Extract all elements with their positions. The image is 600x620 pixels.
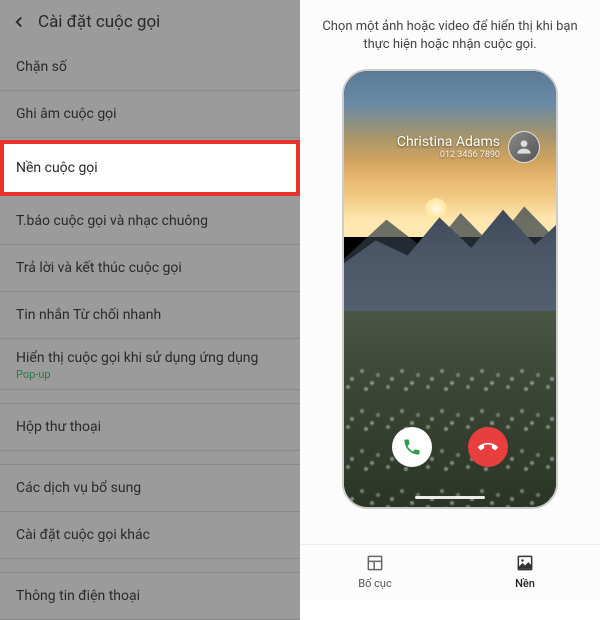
settings-item-answer[interactable]: Trả lời và kết thúc cuộc gọi	[0, 245, 300, 292]
caller-name: Christina Adams	[397, 134, 500, 150]
settings-divider	[0, 559, 300, 573]
image-icon	[515, 553, 535, 573]
bottom-nav: Bố cục Nền	[300, 544, 600, 600]
settings-divider	[0, 390, 300, 404]
settings-sub-label: Pop-up	[16, 368, 284, 381]
nav-layout[interactable]: Bố cục	[300, 553, 450, 590]
back-icon[interactable]	[10, 13, 28, 31]
nav-background[interactable]: Nền	[450, 553, 600, 590]
settings-item-background[interactable]: Nền cuộc gọi	[0, 140, 300, 196]
caller-avatar	[508, 131, 540, 163]
caller-number: 012 3456 7890	[397, 150, 500, 160]
description-text: Chọn một ảnh hoặc video để hiển thị khi …	[300, 0, 600, 64]
call-buttons	[344, 427, 556, 467]
left-panel: Cài đặt cuộc gọi Chặn số Ghi âm cuộc gọi…	[0, 0, 300, 600]
accept-call-button[interactable]	[392, 427, 432, 467]
right-panel: Chọn một ảnh hoặc video để hiển thị khi …	[300, 0, 600, 600]
settings-item-quickdecline[interactable]: Tin nhắn Từ chối nhanh	[0, 292, 300, 339]
phone-icon	[402, 437, 422, 457]
settings-header: Cài đặt cuộc gọi	[0, 0, 300, 44]
caller-info: Christina Adams 012 3456 7890	[397, 131, 540, 163]
nav-indicator	[415, 496, 485, 499]
settings-item-block[interactable]: Chặn số	[0, 44, 300, 91]
phone-preview: Christina Adams 012 3456 7890	[300, 64, 600, 544]
settings-item-record[interactable]: Ghi âm cuộc gọi	[0, 91, 300, 138]
settings-list: Chặn số Ghi âm cuộc gọi Nền cuộc gọi T.b…	[0, 44, 300, 620]
settings-item-phoneinfo[interactable]: Thông tin điện thoại	[0, 573, 300, 620]
nav-label: Bố cục	[358, 577, 391, 590]
phone-frame[interactable]: Christina Adams 012 3456 7890	[342, 69, 558, 509]
settings-item-voicemail[interactable]: Hộp thư thoại	[0, 404, 300, 451]
settings-divider	[0, 451, 300, 465]
nav-label: Nền	[515, 577, 535, 590]
settings-item-supplementary[interactable]: Các dịch vụ bổ sung	[0, 465, 300, 512]
settings-item-other[interactable]: Cài đặt cuộc gọi khác	[0, 512, 300, 559]
phone-down-icon	[478, 437, 498, 457]
decline-call-button[interactable]	[468, 427, 508, 467]
layout-icon	[365, 553, 385, 573]
page-title: Cài đặt cuộc gọi	[38, 12, 160, 32]
settings-item-popup[interactable]: Hiển thị cuộc gọi khi sử dụng ứng dụng P…	[0, 339, 300, 390]
settings-item-alerts[interactable]: T.báo cuộc gọi và nhạc chuông	[0, 198, 300, 245]
